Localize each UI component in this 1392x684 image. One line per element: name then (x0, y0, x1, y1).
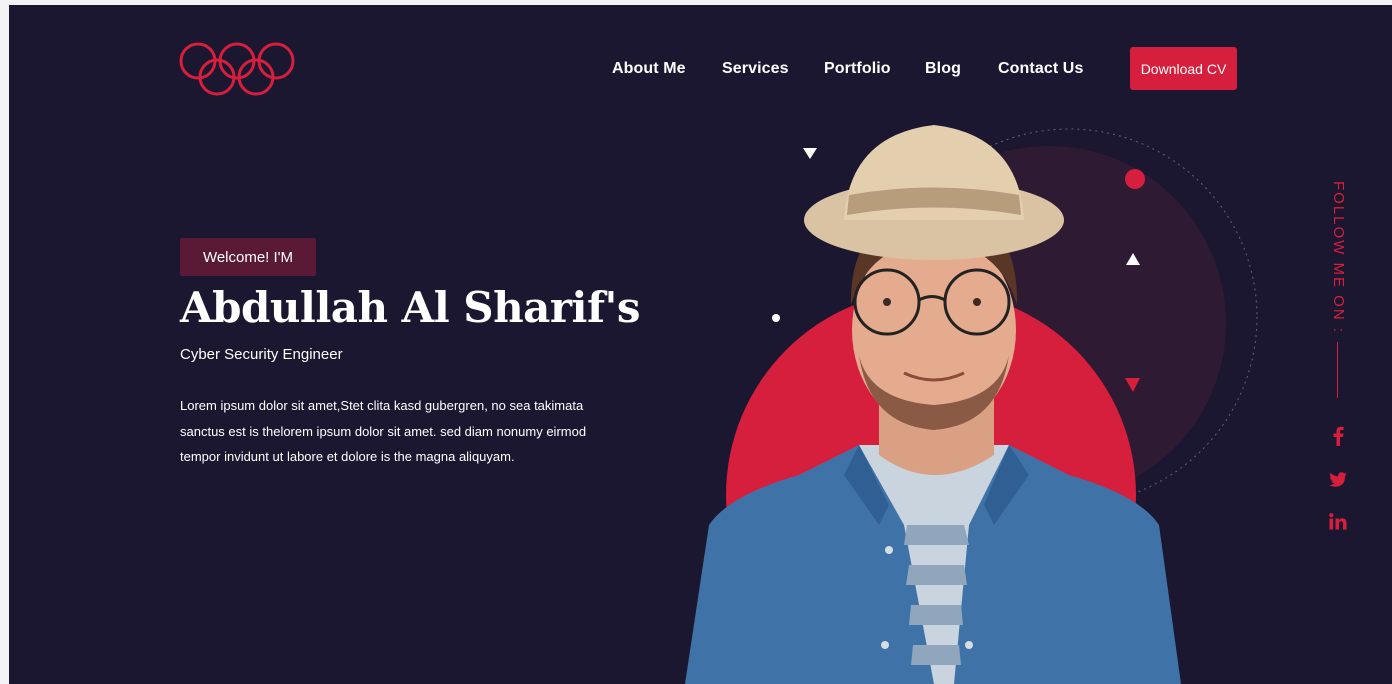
hero-description: Lorem ipsum dolor sit amet,Stet clita ka… (180, 398, 587, 464)
decor-red-dot (1125, 169, 1145, 189)
hero-section: About Me Services Portfolio Blog Contact… (9, 5, 1392, 684)
hero-name: Abdullah Al Sharif's (180, 283, 641, 332)
hero-illustration (685, 125, 1258, 684)
decor-triangle-white (803, 148, 817, 159)
welcome-badge: Welcome! I'M (180, 238, 316, 276)
hero-role: Cyber Security Engineer (180, 346, 343, 363)
linkedin-icon[interactable] (1325, 509, 1351, 533)
twitter-icon[interactable] (1325, 467, 1351, 491)
decor-white-dot (772, 314, 780, 322)
facebook-icon[interactable] (1325, 424, 1351, 448)
follow-me-label: FOLLOW ME ON : (1330, 181, 1347, 335)
follow-divider (1337, 342, 1338, 398)
